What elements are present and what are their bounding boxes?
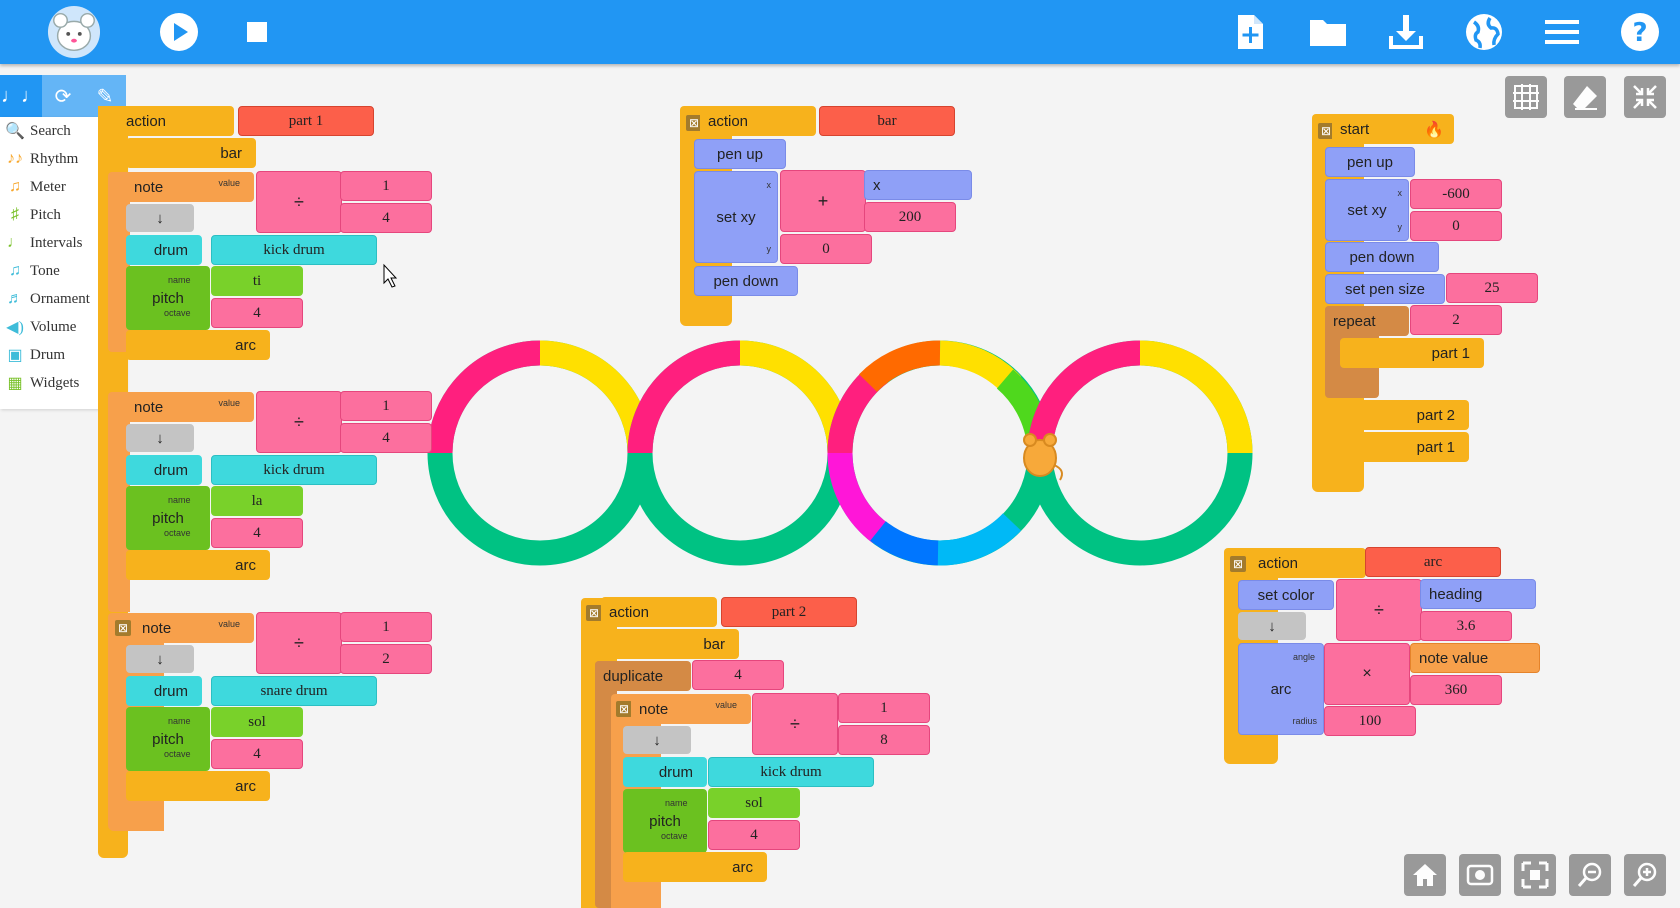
drum-block[interactable]: drum bbox=[126, 676, 202, 706]
pitch-block[interactable]: pitch name octave bbox=[126, 266, 210, 330]
note-value-getter-block[interactable]: note value bbox=[1410, 643, 1540, 673]
pitch-name-field[interactable]: ti bbox=[211, 266, 303, 296]
pen-up-block[interactable]: pen up bbox=[694, 139, 786, 169]
action-block[interactable]: action bbox=[601, 597, 717, 627]
octave-field[interactable]: 4 bbox=[211, 739, 303, 769]
arc-block[interactable]: arc angle radius bbox=[1238, 643, 1324, 735]
action-block[interactable]: action bbox=[1250, 548, 1366, 578]
numerator-field[interactable]: 1 bbox=[838, 693, 930, 723]
drum-name-field[interactable]: snare drum bbox=[211, 676, 377, 706]
down-arrow-block[interactable]: ↓ bbox=[126, 424, 194, 452]
part1-call-block[interactable]: part 1 bbox=[1340, 338, 1484, 368]
repeat-count-field[interactable]: 2 bbox=[1410, 305, 1502, 335]
note-block[interactable]: note value bbox=[631, 694, 751, 724]
denominator-field[interactable]: 4 bbox=[340, 423, 432, 453]
x-offset-field[interactable]: 200 bbox=[864, 202, 956, 232]
action-name-field[interactable]: part 2 bbox=[721, 597, 857, 627]
set-pen-size-block[interactable]: set pen size bbox=[1325, 274, 1445, 304]
octave-field[interactable]: 4 bbox=[211, 298, 303, 328]
repeat-block[interactable]: repeat bbox=[1325, 306, 1409, 336]
drum-name-field[interactable]: kick drum bbox=[708, 757, 874, 787]
denominator-field[interactable]: 8 bbox=[838, 725, 930, 755]
down-arrow-block[interactable]: ↓ bbox=[1238, 612, 1306, 640]
note-block[interactable]: note value bbox=[126, 392, 254, 422]
bar-block[interactable]: bar bbox=[126, 138, 256, 168]
denominator-field[interactable]: 2 bbox=[340, 644, 432, 674]
radius-field[interactable]: 100 bbox=[1324, 706, 1416, 736]
pen-up-block[interactable]: pen up bbox=[1325, 147, 1415, 177]
drum-block[interactable]: drum bbox=[126, 235, 202, 265]
heading-getter-block[interactable]: heading bbox=[1420, 579, 1536, 609]
set-xy-block[interactable]: set xy x y bbox=[1325, 179, 1409, 241]
drum-name-field[interactable]: kick drum bbox=[211, 455, 377, 485]
pitch-block[interactable]: pitch name octave bbox=[126, 486, 210, 550]
collapse-icon[interactable]: ⊠ bbox=[616, 701, 632, 717]
divisor-field[interactable]: 3.6 bbox=[1420, 611, 1512, 641]
down-arrow-block[interactable]: ↓ bbox=[126, 204, 194, 232]
plus-block[interactable]: + bbox=[780, 170, 866, 232]
divide-block[interactable]: ÷ bbox=[1336, 579, 1422, 641]
down-arrow-block[interactable]: ↓ bbox=[623, 726, 691, 754]
down-arrow-block[interactable]: ↓ bbox=[126, 645, 194, 673]
pitch-block[interactable]: pitch name octave bbox=[126, 707, 210, 771]
arc-call-block[interactable]: arc bbox=[623, 852, 767, 882]
multiplier-field[interactable]: 360 bbox=[1410, 675, 1502, 705]
numerator-field[interactable]: 1 bbox=[340, 391, 432, 421]
fire-icon: 🔥 bbox=[1424, 122, 1444, 139]
pen-down-block[interactable]: pen down bbox=[1325, 242, 1439, 272]
collapse-icon[interactable]: ⊠ bbox=[115, 620, 131, 636]
pitch-name-field[interactable]: sol bbox=[708, 788, 800, 818]
denominator-field[interactable]: 4 bbox=[340, 203, 432, 233]
action-name-field[interactable]: arc bbox=[1365, 547, 1501, 577]
part1-call-block-2[interactable]: part 1 bbox=[1325, 432, 1469, 462]
divide-block[interactable]: ÷ bbox=[256, 171, 342, 233]
pitch-name-field[interactable]: la bbox=[211, 486, 303, 516]
turtle-mouse-icon bbox=[1023, 433, 1063, 481]
multiply-block[interactable]: × bbox=[1324, 643, 1410, 705]
action-block[interactable]: action bbox=[700, 106, 816, 136]
arc-call-block[interactable]: arc bbox=[126, 550, 270, 580]
pen-size-field[interactable]: 25 bbox=[1446, 273, 1538, 303]
set-color-block[interactable]: set color bbox=[1238, 580, 1334, 610]
collapse-icon[interactable]: ⊠ bbox=[586, 605, 602, 621]
arc-call-block[interactable]: arc bbox=[126, 330, 270, 360]
set-xy-block[interactable]: set xy x y bbox=[694, 171, 778, 263]
mouse-cursor-icon bbox=[383, 263, 398, 288]
divide-block[interactable]: ÷ bbox=[256, 612, 342, 674]
divide-block[interactable]: ÷ bbox=[256, 391, 342, 453]
note-block[interactable]: note value bbox=[126, 172, 254, 202]
drum-block[interactable]: drum bbox=[623, 757, 707, 787]
note-block[interactable]: note value bbox=[134, 613, 254, 643]
x-getter-block[interactable]: x bbox=[864, 170, 972, 200]
action-name-field[interactable]: bar bbox=[819, 106, 955, 136]
action-block[interactable]: action bbox=[118, 106, 234, 136]
pitch-name-field[interactable]: sol bbox=[211, 707, 303, 737]
x-field[interactable]: -600 bbox=[1410, 179, 1502, 209]
octave-field[interactable]: 4 bbox=[211, 518, 303, 548]
octave-field[interactable]: 4 bbox=[708, 820, 800, 850]
action-name-field[interactable]: part 1 bbox=[238, 106, 374, 136]
collapse-icon[interactable]: ⊠ bbox=[1230, 556, 1246, 572]
divide-block[interactable]: ÷ bbox=[752, 693, 838, 755]
numerator-field[interactable]: 1 bbox=[340, 612, 432, 642]
y-field[interactable]: 0 bbox=[1410, 211, 1502, 241]
bar-call-block[interactable]: bar bbox=[595, 629, 739, 659]
y-field[interactable]: 0 bbox=[780, 234, 872, 264]
part2-call-block[interactable]: part 2 bbox=[1325, 400, 1469, 430]
duplicate-block[interactable]: duplicate bbox=[595, 661, 691, 691]
pen-down-block[interactable]: pen down bbox=[694, 266, 798, 296]
drum-block[interactable]: drum bbox=[126, 455, 202, 485]
drum-name-field[interactable]: kick drum bbox=[211, 235, 377, 265]
duplicate-count-field[interactable]: 4 bbox=[692, 660, 784, 690]
numerator-field[interactable]: 1 bbox=[340, 171, 432, 201]
arc-call-block[interactable]: arc bbox=[126, 771, 270, 801]
pitch-block[interactable]: pitch name octave bbox=[623, 789, 707, 853]
